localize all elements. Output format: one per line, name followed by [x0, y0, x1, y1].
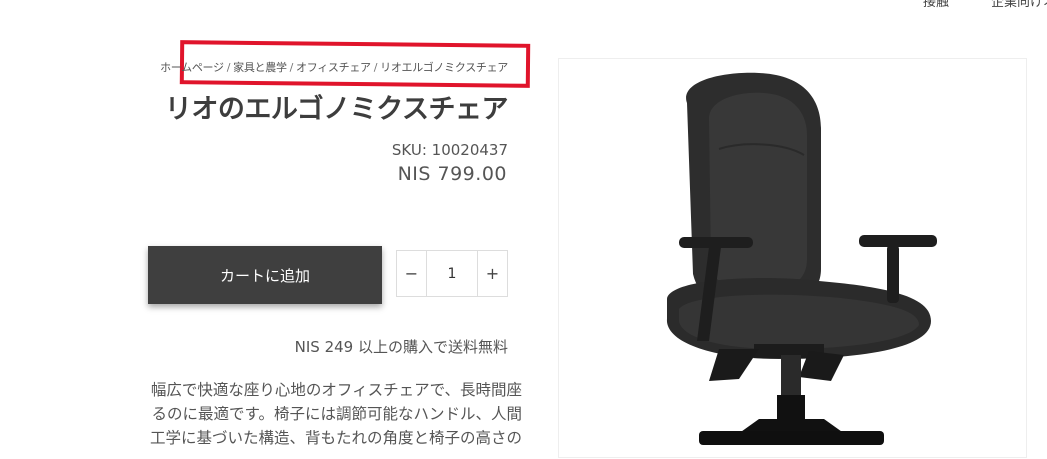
nav-item-business[interactable]: 企業向けオフ — [991, 0, 1047, 10]
breadcrumb-separator: / — [373, 61, 378, 74]
product-sku: SKU: 10020437 — [391, 141, 508, 159]
office-chair-image — [666, 72, 937, 445]
product-price: NIS 799.00 — [397, 163, 507, 185]
product-description: 幅広で快適な座り心地のオフィスチェアで、長時間座るのに最適です。椅子には調節可能… — [149, 381, 522, 447]
breadcrumb-office-chairs[interactable]: オフィスチェア — [296, 61, 371, 74]
add-to-cart-button[interactable]: カートに追加 — [148, 246, 382, 304]
breadcrumb-current: リオエルゴノミクスチェア — [380, 61, 508, 74]
free-shipping-note: NIS 249 以上の購入で送料無料 — [294, 338, 508, 356]
quantity-input[interactable] — [427, 251, 477, 296]
breadcrumb-home[interactable]: ホームページ — [160, 61, 224, 74]
chevron-down-icon: ⌄ — [904, 0, 913, 2]
quantity-increase-button[interactable]: + — [477, 251, 507, 296]
product-title: リオのエルゴノミクスチェア — [164, 94, 509, 125]
nav-item-contact-label: 接触 — [922, 0, 949, 10]
breadcrumb: ホームページ / 家具と農学 / オフィスチェア / リオエルゴノミクスチェア — [160, 59, 508, 75]
product-image[interactable] — [558, 58, 1027, 458]
breadcrumb-separator: / — [226, 61, 231, 74]
nav-item-business-label: 企業向けオフ — [990, 0, 1047, 10]
quantity-decrease-button[interactable]: − — [397, 251, 427, 296]
nav-item-contact[interactable]: ⌄ 接触 — [904, 0, 949, 10]
quantity-stepper: − + — [396, 250, 508, 297]
breadcrumb-separator: / — [289, 61, 294, 74]
breadcrumb-furniture[interactable]: 家具と農学 — [233, 61, 287, 74]
